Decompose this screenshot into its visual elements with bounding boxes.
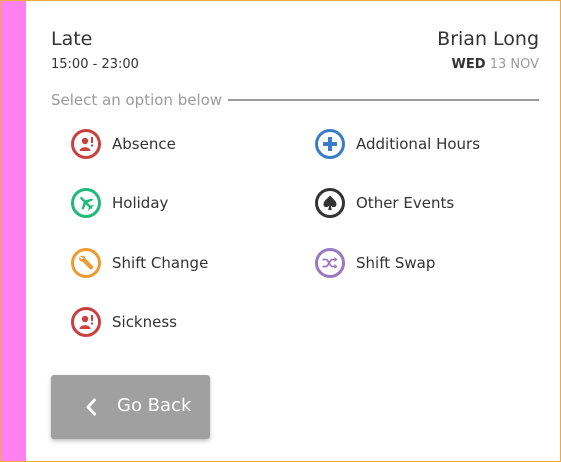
option-shift-swap[interactable]: Shift Swap bbox=[315, 247, 435, 279]
option-other-events[interactable]: Other Events bbox=[315, 187, 454, 219]
option-holiday[interactable]: Holiday bbox=[71, 187, 168, 219]
chevron-left-icon bbox=[86, 398, 96, 416]
shuffle-icon bbox=[315, 248, 345, 278]
wrench-icon bbox=[71, 248, 101, 278]
option-label: Holiday bbox=[112, 194, 169, 212]
option-label: Additional Hours bbox=[356, 135, 481, 153]
shift-name: Late bbox=[51, 28, 93, 50]
shift-time: 15:00 - 23:00 bbox=[51, 57, 139, 72]
option-additional-hours[interactable]: Additional Hours bbox=[315, 128, 480, 160]
go-back-button[interactable]: Go Back bbox=[51, 375, 210, 439]
date-value: 13 NOV bbox=[489, 57, 539, 72]
divider-line bbox=[228, 99, 539, 101]
date-day: WED bbox=[451, 57, 486, 72]
dialog-frame: Late 15:00 - 23:00 Brian Long WED 13 NOV… bbox=[0, 0, 561, 462]
option-label: Sickness bbox=[112, 313, 177, 331]
options-prompt: Select an option below bbox=[51, 91, 223, 109]
option-label: Other Events bbox=[356, 194, 455, 212]
dialog-content: Late 15:00 - 23:00 Brian Long WED 13 NOV… bbox=[51, 1, 539, 461]
person-alert-icon bbox=[71, 307, 101, 337]
person-name: Brian Long bbox=[437, 28, 539, 50]
option-label: Shift Swap bbox=[356, 254, 436, 272]
go-back-label: Go Back bbox=[117, 395, 192, 416]
option-label: Shift Change bbox=[112, 254, 209, 272]
option-shift-change[interactable]: Shift Change bbox=[71, 247, 208, 279]
spade-icon bbox=[315, 188, 345, 218]
accent-bar bbox=[1, 1, 26, 461]
section-divider: Select an option below bbox=[51, 90, 539, 110]
airplane-icon bbox=[71, 188, 101, 218]
shift-date: WED 13 NOV bbox=[452, 57, 539, 72]
person-alert-icon bbox=[71, 129, 101, 159]
option-sickness[interactable]: Sickness bbox=[71, 306, 177, 338]
option-absence[interactable]: Absence bbox=[71, 128, 176, 160]
plus-icon bbox=[315, 129, 345, 159]
option-label: Absence bbox=[112, 135, 176, 153]
